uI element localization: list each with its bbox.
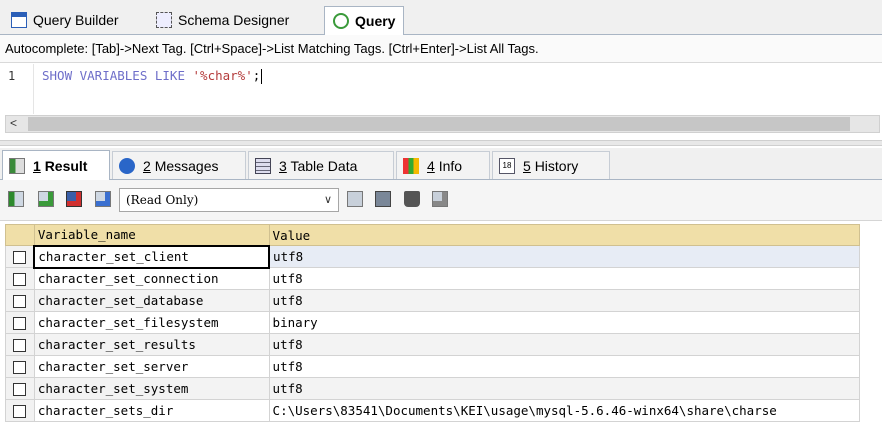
tab-result-number: 1 (33, 157, 41, 174)
table-row[interactable]: character_set_filesystem binary (5, 311, 861, 334)
row-checkbox[interactable] (13, 251, 27, 264)
value-cell[interactable]: utf8 (268, 333, 861, 356)
variable-name-cell[interactable]: character_set_filesystem (33, 311, 270, 334)
variable-name-cell[interactable]: character_set_client (33, 244, 271, 269)
grid-mode-value: (Read Only) (126, 193, 199, 207)
row-checkbox-cell[interactable] (5, 267, 35, 290)
row-checkbox-cell[interactable] (5, 333, 35, 356)
value-cell[interactable]: C:\Users\83541\Documents\KEI\usage\mysql… (268, 399, 861, 422)
tab-history-label: History (534, 157, 579, 174)
table-row[interactable]: character_sets_dir C:\Users\83541\Docume… (5, 399, 861, 422)
table-icon (255, 157, 271, 174)
value-cell[interactable]: utf8 (268, 377, 861, 400)
column-header[interactable]: Variable_name (33, 224, 270, 246)
info-bars-icon (403, 157, 419, 174)
line-gutter (0, 64, 34, 114)
row-checkbox[interactable] (13, 339, 27, 352)
variable-name-cell[interactable]: character_set_system (33, 377, 270, 400)
tab-query-builder-label: Query Builder (33, 12, 119, 28)
result-grid-icon (9, 157, 25, 174)
refresh-icon[interactable] (347, 191, 363, 207)
variable-name-cell[interactable]: character_set_server (33, 355, 270, 378)
variable-name-cell[interactable]: character_sets_dir (33, 399, 270, 422)
result-tab-bar: 1 Result 2 Messages 3 Table Data 4 Info … (0, 148, 882, 180)
tab-table-data[interactable]: 3 Table Data (248, 151, 394, 179)
row-checkbox[interactable] (13, 295, 27, 308)
pane-splitter[interactable] (0, 140, 882, 146)
tab-history-number: 5 (523, 157, 531, 174)
calendar-icon: 18 (499, 157, 515, 174)
tab-messages-label: Messages (154, 157, 219, 174)
value-cell[interactable]: binary (268, 311, 861, 334)
sql-string-literal: '%char%' (192, 68, 253, 83)
sql-keywords: SHOW VARIABLES LIKE (42, 68, 193, 83)
info-icon (119, 157, 135, 174)
table-row[interactable]: character_set_results utf8 (5, 333, 861, 356)
value-cell[interactable]: utf8 (268, 355, 861, 378)
result-grid: Variable_name Value character_set_client… (5, 224, 861, 422)
tab-table-data-label: Table Data (290, 157, 358, 174)
tab-result-label: Result (44, 157, 88, 174)
text-cursor (261, 69, 263, 84)
query-icon (333, 13, 349, 29)
value-cell[interactable]: utf8 (268, 267, 861, 290)
value-cell[interactable]: utf8 (268, 289, 861, 312)
cancel-changes-icon[interactable] (432, 191, 448, 207)
variable-name-cell[interactable]: character_set_results (33, 333, 270, 356)
row-checkbox-cell[interactable] (5, 399, 35, 422)
row-checkbox[interactable] (13, 317, 27, 330)
variable-name-cell[interactable]: character_set_database (33, 289, 270, 312)
tab-messages-number: 2 (143, 157, 151, 174)
autocomplete-hint: Autocomplete: [Tab]->Next Tag. [Ctrl+Spa… (0, 35, 882, 63)
table-row[interactable]: character_set_client utf8 (5, 244, 861, 269)
chevron-down-icon: ∨ (323, 193, 332, 206)
save-row-icon[interactable] (95, 191, 111, 207)
tab-history[interactable]: 18 5 History (492, 151, 610, 179)
tab-messages[interactable]: 2 Messages (112, 151, 246, 179)
variable-name-cell[interactable]: character_set_connection (33, 267, 270, 290)
sql-terminator: ; (252, 68, 261, 83)
tab-table-data-number: 3 (279, 157, 287, 174)
table-row[interactable]: character_set_server utf8 (5, 355, 861, 378)
row-checkbox[interactable] (13, 273, 27, 286)
schema-designer-icon (156, 12, 172, 28)
tab-info-number: 4 (427, 157, 435, 174)
row-checkbox-cell[interactable] (5, 377, 35, 400)
table-row[interactable]: character_set_database utf8 (5, 289, 861, 312)
grid-header-row: Variable_name Value (5, 224, 861, 246)
tab-schema-designer-label: Schema Designer (178, 12, 290, 28)
tab-query-label: Query (355, 13, 396, 29)
tab-query-builder[interactable]: Query Builder (2, 6, 128, 33)
tab-result[interactable]: 1 Result (2, 150, 110, 180)
row-checkbox-cell[interactable] (5, 311, 35, 334)
row-checkbox[interactable] (13, 361, 27, 374)
tab-query[interactable]: Query (324, 6, 405, 35)
editor-tab-bar: Query Builder Schema Designer Query (0, 0, 882, 35)
tab-info[interactable]: 4 Info (396, 151, 490, 179)
select-all-cell[interactable] (5, 224, 35, 246)
value-cell[interactable]: utf8 (268, 245, 861, 268)
grid-mode-select[interactable]: (Read Only) ∨ (119, 188, 339, 212)
row-checkbox-cell[interactable] (5, 245, 35, 268)
table-row[interactable]: character_set_system utf8 (5, 377, 861, 400)
tab-info-label: Info (438, 157, 463, 174)
scrollbar-thumb[interactable] (28, 117, 850, 131)
line-number: 1 (8, 69, 16, 83)
query-builder-icon (11, 12, 27, 28)
row-checkbox-cell[interactable] (5, 355, 35, 378)
table-row[interactable]: character_set_connection utf8 (5, 267, 861, 290)
row-checkbox[interactable] (13, 405, 27, 418)
add-row-icon[interactable] (38, 191, 54, 207)
save-icon[interactable] (375, 191, 391, 207)
duplicate-row-icon[interactable] (66, 191, 82, 207)
column-header[interactable]: Value (268, 224, 861, 246)
scroll-left-arrow-icon[interactable]: < (10, 116, 17, 130)
row-checkbox-cell[interactable] (5, 289, 35, 312)
insert-row-icon[interactable] (8, 191, 24, 207)
tab-schema-designer[interactable]: Schema Designer (147, 6, 298, 33)
row-checkbox[interactable] (13, 383, 27, 396)
delete-icon[interactable] (404, 191, 420, 207)
sql-code-line[interactable]: SHOW VARIABLES LIKE '%char%'; (42, 68, 263, 84)
